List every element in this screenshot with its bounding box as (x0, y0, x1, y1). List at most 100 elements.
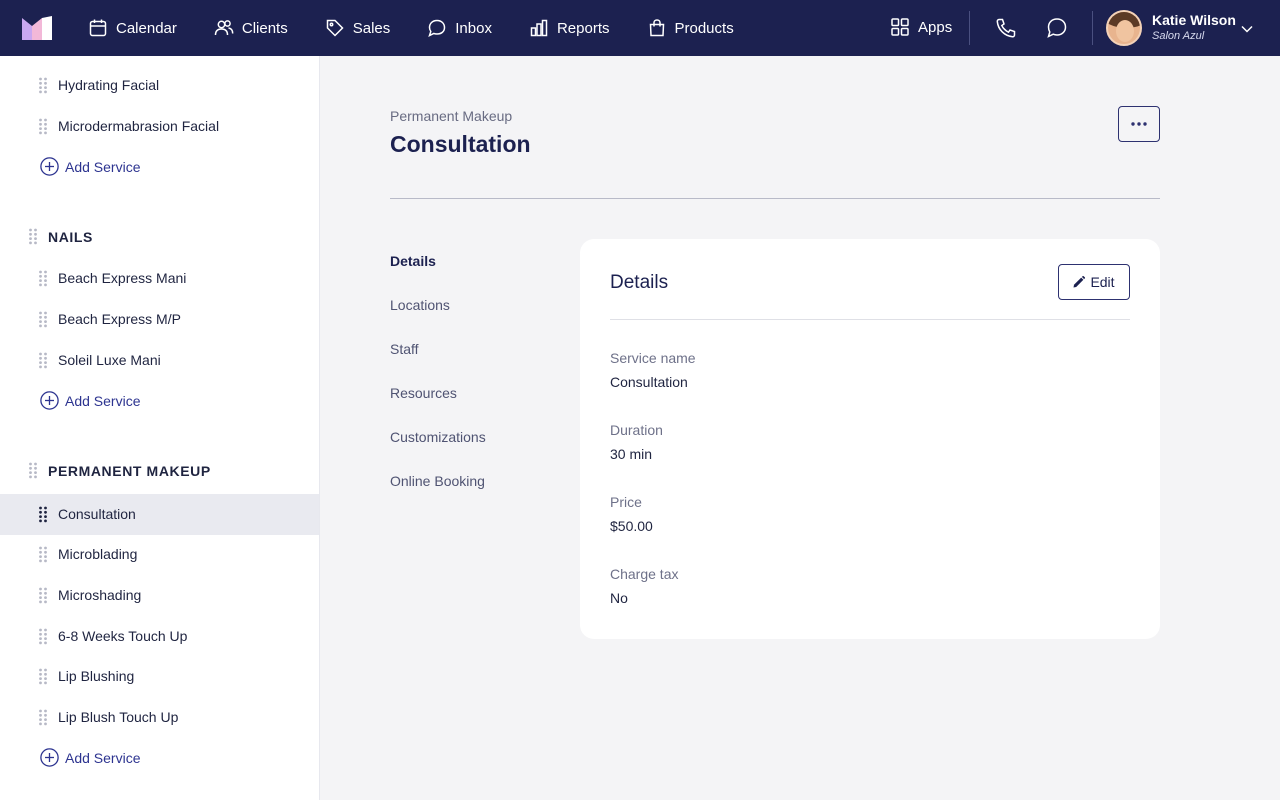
nav-item-reports[interactable]: Reports (529, 18, 610, 38)
service-label: Soleil Luxe Mani (58, 352, 161, 368)
service-item-touch-up[interactable]: 6-8 Weeks Touch Up (0, 616, 319, 657)
card-title: Details (610, 272, 669, 293)
service-label: Beach Express M/P (58, 311, 181, 327)
main-nav: Calendar Clients Sales Inbox Reports Pro… (88, 0, 771, 56)
shopping-bag-icon (649, 19, 664, 37)
card-divider (610, 319, 1130, 320)
service-item-lip-blushing[interactable]: Lip Blushing (0, 656, 319, 697)
nav-divider-user (1092, 11, 1093, 45)
drag-handle-icon[interactable] (38, 709, 48, 726)
category-label: PERMANENT MAKEUP (48, 463, 211, 479)
tab-online-booking[interactable]: Online Booking (390, 473, 485, 489)
ellipsis-icon (1131, 122, 1147, 126)
service-item-beach-express-mp[interactable]: Beach Express M/P (0, 299, 319, 340)
more-options-button[interactable] (1118, 106, 1160, 142)
add-service-label: Add Service (65, 392, 141, 409)
tab-details[interactable]: Details (390, 253, 436, 269)
tab-staff[interactable]: Staff (390, 341, 419, 357)
field-value-charge-tax: No (610, 590, 628, 606)
nav-item-clients[interactable]: Clients (214, 18, 288, 38)
drag-handle-icon[interactable] (38, 587, 48, 604)
drag-handle-icon[interactable] (38, 270, 48, 287)
service-label: 6-8 Weeks Touch Up (58, 628, 188, 644)
bar-chart-icon (530, 19, 548, 37)
plus-circle-icon (40, 391, 59, 410)
top-navigation-bar: Calendar Clients Sales Inbox Reports Pro… (0, 0, 1280, 56)
nav-label-clients: Clients (241, 19, 288, 37)
drag-handle-icon[interactable] (38, 118, 48, 135)
tag-icon (326, 19, 344, 37)
service-label: Lip Blush Touch Up (58, 709, 179, 725)
nav-item-products[interactable]: Products (647, 18, 734, 38)
add-service-button[interactable]: Add Service (40, 157, 140, 176)
page-title: Consultation (390, 131, 531, 157)
add-service-button[interactable]: Add Service (40, 391, 140, 410)
calendar-icon (89, 19, 107, 37)
field-label-service-name: Service name (610, 350, 696, 366)
drag-handle-icon[interactable] (28, 228, 38, 245)
breadcrumb[interactable]: Permanent Makeup (390, 108, 512, 124)
service-label: Microdermabrasion Facial (58, 118, 220, 134)
field-value-price: $50.00 (610, 518, 653, 534)
edit-label: Edit (1090, 274, 1115, 290)
service-item-microshading[interactable]: Microshading (0, 575, 319, 616)
user-menu[interactable]: Katie Wilson Salon Azul (1106, 10, 1253, 46)
clients-icon (214, 20, 234, 36)
nav-label-calendar: Calendar (116, 19, 177, 37)
apps-button[interactable]: Apps (890, 17, 952, 37)
user-business: Salon Azul (1152, 30, 1205, 42)
service-item-microdermabrasion-facial[interactable]: Microdermabrasion Facial (0, 106, 319, 147)
app-logo-icon[interactable] (22, 16, 52, 40)
chat-bubble-icon (1047, 18, 1067, 38)
nav-label-sales: Sales (352, 19, 391, 37)
service-item-microblading[interactable]: Microblading (0, 534, 319, 575)
drag-handle-icon[interactable] (38, 77, 48, 94)
service-item-soleil-luxe-mani[interactable]: Soleil Luxe Mani (0, 340, 319, 381)
service-item-consultation[interactable]: Consultation (0, 494, 319, 535)
category-label: NAILS (48, 229, 93, 245)
apps-label: Apps (918, 18, 953, 36)
add-service-button[interactable]: Add Service (40, 748, 140, 767)
phone-button[interactable] (994, 16, 1018, 40)
nav-label-inbox: Inbox (455, 19, 492, 37)
service-label: Beach Express Mani (58, 270, 187, 286)
edit-button[interactable]: Edit (1058, 264, 1130, 300)
service-item-lip-blush-touch-up[interactable]: Lip Blush Touch Up (0, 697, 319, 738)
chat-button[interactable] (1045, 16, 1069, 40)
service-label: Microblading (58, 546, 138, 562)
tab-locations[interactable]: Locations (390, 297, 450, 313)
service-label: Microshading (58, 587, 142, 603)
nav-item-inbox[interactable]: Inbox (427, 18, 492, 38)
nav-item-sales[interactable]: Sales (325, 18, 391, 38)
field-label-duration: Duration (610, 422, 663, 438)
avatar (1106, 10, 1142, 46)
service-label: Lip Blushing (58, 668, 135, 684)
service-item-beach-express-mani[interactable]: Beach Express Mani (0, 258, 319, 299)
services-sidebar: Hydrating Facial Microdermabrasion Facia… (0, 56, 320, 800)
drag-handle-icon[interactable] (28, 462, 38, 479)
chevron-down-icon (1241, 25, 1253, 33)
user-info: Katie Wilson Salon Azul (1152, 12, 1236, 44)
nav-label-products: Products (674, 19, 734, 37)
drag-handle-icon[interactable] (38, 668, 48, 685)
service-label: Hydrating Facial (58, 77, 160, 93)
user-name: Katie Wilson (1152, 12, 1236, 28)
nav-item-calendar[interactable]: Calendar (88, 18, 177, 38)
tab-customizations[interactable]: Customizations (390, 429, 486, 445)
drag-handle-icon[interactable] (38, 352, 48, 369)
field-label-price: Price (610, 494, 642, 510)
tab-resources[interactable]: Resources (390, 385, 457, 401)
field-value-service-name: Consultation (610, 374, 688, 390)
nav-divider (969, 11, 970, 45)
drag-handle-icon[interactable] (38, 506, 48, 523)
service-item-hydrating-facial[interactable]: Hydrating Facial (0, 65, 319, 106)
inbox-icon (428, 19, 446, 37)
drag-handle-icon[interactable] (38, 311, 48, 328)
drag-handle-icon[interactable] (38, 628, 48, 645)
plus-circle-icon (40, 748, 59, 767)
pencil-icon (1073, 276, 1086, 288)
apps-grid-icon (891, 18, 909, 36)
drag-handle-icon[interactable] (38, 546, 48, 563)
add-service-label: Add Service (65, 158, 141, 175)
field-value-duration: 30 min (610, 446, 653, 462)
